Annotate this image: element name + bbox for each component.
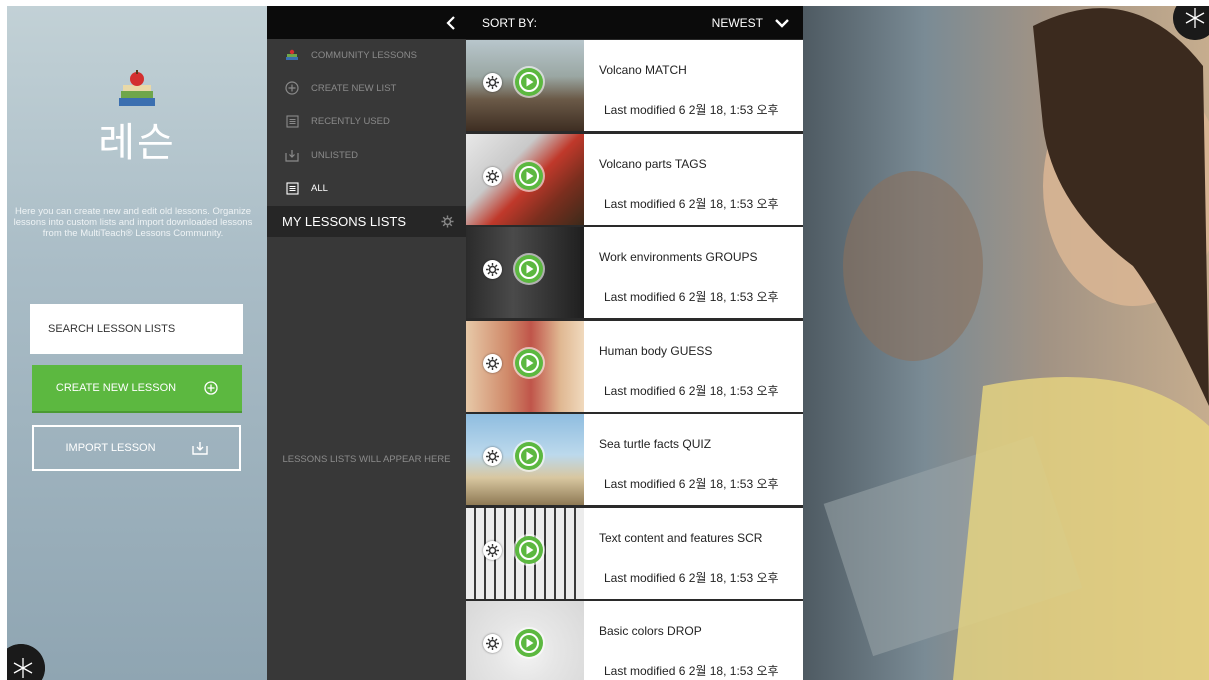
nav-item-community-lessons[interactable]: COMMUNITY LESSONS — [285, 45, 417, 65]
nav-item-all[interactable]: ALL — [285, 178, 328, 198]
lesson-title: Volcano MATCH — [599, 63, 687, 77]
nav-item-label: CREATE NEW LIST — [311, 82, 397, 94]
play-icon[interactable] — [515, 349, 543, 377]
sort-bar: SORT BY: NEWEST — [466, 6, 803, 39]
empty-lists-message: LESSONS LISTS WILL APPEAR HERE — [282, 454, 451, 465]
lesson-thumbnail — [466, 321, 584, 412]
plus-circle-icon — [204, 381, 218, 395]
lesson-row[interactable]: Text content and features SCR Last modif… — [466, 508, 803, 599]
lesson-thumbnail — [466, 414, 584, 505]
lesson-row[interactable]: Volcano MATCH Last modified 6 2월 18, 1:5… — [466, 40, 803, 131]
create-button-label: CREATE NEW LESSON — [55, 382, 177, 394]
gear-icon[interactable] — [483, 167, 502, 186]
lesson-modified-date: Last modified 6 2월 18, 1:53 오후 — [604, 571, 779, 585]
lesson-thumbnail — [466, 508, 584, 599]
lesson-title: Human body GUESS — [599, 344, 713, 358]
nav-item-label: RECENTLY USED — [311, 115, 390, 127]
import-tray-icon — [191, 442, 208, 455]
play-icon[interactable] — [515, 162, 543, 190]
lesson-modified-date: Last modified 6 2월 18, 1:53 오후 — [604, 197, 779, 211]
books-icon — [285, 48, 299, 62]
photo-illustration — [823, 8, 1209, 680]
nav-item-create-new-list[interactable]: CREATE NEW LIST — [285, 78, 396, 98]
play-icon[interactable] — [515, 68, 543, 96]
lesson-thumbnail — [466, 40, 584, 131]
lesson-row[interactable]: Basic colors DROP Last modified 6 2월 18,… — [466, 601, 803, 680]
lesson-title: Text content and features SCR — [599, 531, 763, 545]
my-lessons-lists-header[interactable]: MY LESSONS LISTS — [267, 206, 466, 237]
play-icon[interactable] — [515, 442, 543, 470]
gear-icon[interactable] — [483, 447, 502, 466]
lesson-thumbnail — [466, 227, 584, 318]
import-button-label: IMPORT LESSON — [65, 442, 156, 454]
corner-star-logo-icon[interactable] — [7, 644, 45, 680]
list-icon — [285, 181, 299, 195]
lesson-row[interactable]: Human body GUESS Last modified 6 2월 18, … — [466, 321, 803, 412]
chevron-down-icon[interactable] — [774, 16, 790, 30]
nav-item-recently-used[interactable]: RECENTLY USED — [285, 111, 390, 131]
nav-item-unlisted[interactable]: UNLISTED — [285, 145, 358, 165]
my-lists-label: MY LESSONS LISTS — [282, 214, 407, 229]
gear-icon[interactable] — [483, 260, 502, 279]
chevron-left-icon[interactable] — [443, 15, 459, 31]
gear-icon[interactable] — [483, 541, 502, 560]
play-icon[interactable] — [515, 629, 543, 657]
lessons-list-panel: SORT BY: NEWEST Volcano MATCH Last modif… — [466, 6, 803, 680]
tray-icon — [285, 148, 299, 162]
import-lesson-button[interactable]: IMPORT LESSON — [32, 425, 241, 471]
nav-item-label: UNLISTED — [311, 149, 358, 161]
lesson-title: Sea turtle facts QUIZ — [599, 437, 712, 451]
plus-circle-icon — [285, 81, 299, 95]
gear-icon[interactable] — [441, 215, 454, 228]
lesson-modified-date: Last modified 6 2월 18, 1:53 오후 — [604, 103, 779, 117]
background-photo — [803, 6, 1209, 680]
app-description: Here you can create new and edit old les… — [13, 206, 253, 239]
lesson-modified-date: Last modified 6 2월 18, 1:53 오후 — [604, 477, 779, 491]
sort-dropdown-value[interactable]: NEWEST — [712, 16, 763, 30]
play-icon[interactable] — [515, 255, 543, 283]
lesson-modified-date: Last modified 6 2월 18, 1:53 오후 — [604, 664, 779, 678]
books-apple-icon — [119, 70, 155, 106]
lesson-row[interactable]: Work environments GROUPS Last modified 6… — [466, 227, 803, 318]
nav-item-label: COMMUNITY LESSONS — [311, 49, 417, 61]
nav-panel: COMMUNITY LESSONS CREATE NEW LIST RECENT… — [267, 6, 466, 680]
app-window: 레슨 Here you can create new and edit old … — [7, 6, 1209, 680]
nav-item-label: ALL — [311, 182, 328, 194]
lesson-row[interactable]: Volcano parts TAGS Last modified 6 2월 18… — [466, 134, 803, 225]
left-panel: 레슨 Here you can create new and edit old … — [7, 6, 267, 680]
search-lesson-lists-input[interactable]: SEARCH LESSON LISTS — [30, 304, 243, 354]
lesson-title: Basic colors DROP — [599, 624, 702, 638]
sort-label: SORT BY: — [482, 16, 537, 30]
search-label: SEARCH LESSON LISTS — [48, 323, 176, 335]
lesson-title: Volcano parts TAGS — [599, 157, 707, 171]
app-title: 레슨 — [98, 121, 176, 165]
gear-icon[interactable] — [483, 634, 502, 653]
lesson-thumbnail — [466, 601, 584, 680]
lesson-title: Work environments GROUPS — [599, 250, 758, 264]
lesson-row[interactable]: Sea turtle facts QUIZ Last modified 6 2월… — [466, 414, 803, 505]
nav-topbar — [267, 6, 466, 39]
gear-icon[interactable] — [483, 354, 502, 373]
lesson-modified-date: Last modified 6 2월 18, 1:53 오후 — [604, 384, 779, 398]
lesson-thumbnail — [466, 134, 584, 225]
gear-icon[interactable] — [483, 73, 502, 92]
list-icon — [285, 114, 299, 128]
play-icon[interactable] — [515, 536, 543, 564]
create-new-lesson-button[interactable]: CREATE NEW LESSON — [32, 365, 242, 413]
lesson-modified-date: Last modified 6 2월 18, 1:53 오후 — [604, 290, 779, 304]
